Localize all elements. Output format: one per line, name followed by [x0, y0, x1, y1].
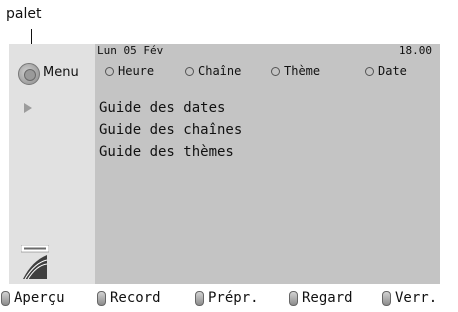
- apercu-label: Aperçu: [14, 290, 65, 306]
- verr-label: Verr.: [395, 290, 438, 306]
- regard-button[interactable]: Regard: [289, 290, 353, 306]
- tab-date[interactable]: Date: [365, 64, 407, 78]
- radio-icon: [105, 66, 114, 76]
- pill-button-icon: [97, 290, 106, 306]
- pill-button-icon: [382, 290, 391, 306]
- record-button[interactable]: Record: [97, 290, 161, 306]
- prepr-button[interactable]: Prépr.: [195, 290, 259, 306]
- footer-bar: Aperçu Record Prépr. Regard Verr.: [0, 286, 458, 312]
- pill-button-icon: [1, 290, 10, 306]
- time-label: 18.00: [398, 44, 432, 57]
- nextview-logo-icon: [21, 245, 49, 280]
- tab-chaine-label: Chaîne: [198, 64, 242, 78]
- tab-theme-label: Thème: [284, 64, 321, 78]
- palet-callout-label: palet: [6, 6, 42, 22]
- date-label: Lun 05 Fév: [97, 44, 164, 57]
- guide-item-dates[interactable]: Guide des dates: [99, 100, 225, 116]
- tab-date-label: Date: [378, 64, 407, 78]
- radio-icon: [185, 66, 194, 76]
- pill-button-icon: [195, 290, 204, 306]
- apercu-button[interactable]: Aperçu: [1, 290, 65, 306]
- tab-chaine[interactable]: Chaîne: [185, 64, 241, 78]
- pill-button-icon: [289, 290, 298, 306]
- menu-label[interactable]: Menu: [43, 65, 79, 80]
- guide-item-chaines[interactable]: Guide des chaînes: [99, 122, 242, 138]
- prepr-label: Prépr.: [208, 290, 259, 306]
- right-arrow-icon: [24, 103, 32, 113]
- radio-icon: [271, 66, 280, 76]
- tab-heure[interactable]: Heure: [105, 64, 154, 78]
- menu-button-icon[interactable]: [18, 63, 40, 85]
- guide-item-themes[interactable]: Guide des thèmes: [99, 144, 234, 160]
- verr-button[interactable]: Verr.: [382, 290, 437, 306]
- epg-screen: Menu Lun 05 Fév 18.00 Heure Chaîne Thème…: [9, 44, 440, 284]
- guide-pane: [95, 44, 440, 284]
- record-label: Record: [110, 290, 161, 306]
- tab-theme[interactable]: Thème: [271, 64, 320, 78]
- tab-heure-label: Heure: [118, 64, 155, 78]
- regard-label: Regard: [302, 290, 353, 306]
- radio-icon: [365, 66, 374, 76]
